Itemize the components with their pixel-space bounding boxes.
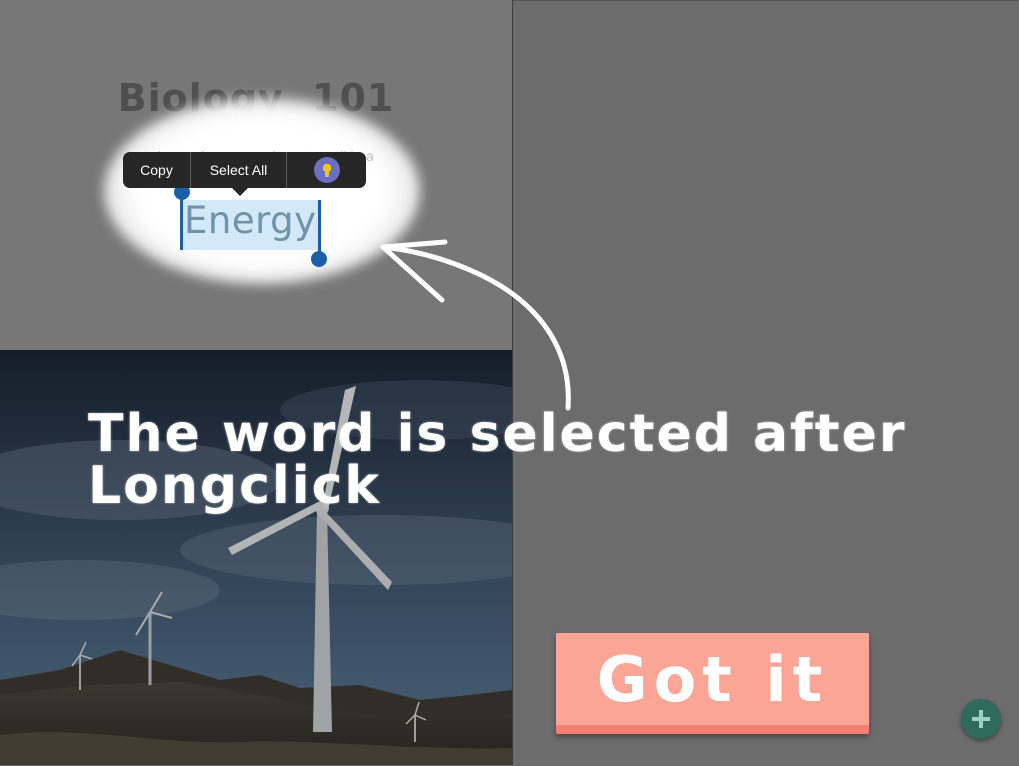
add-fab-button[interactable] <box>961 699 1001 739</box>
got-it-button[interactable]: Got it <box>556 633 869 734</box>
tutorial-caption: The word is selected after Longclick <box>88 404 907 516</box>
plus-icon <box>972 710 990 728</box>
